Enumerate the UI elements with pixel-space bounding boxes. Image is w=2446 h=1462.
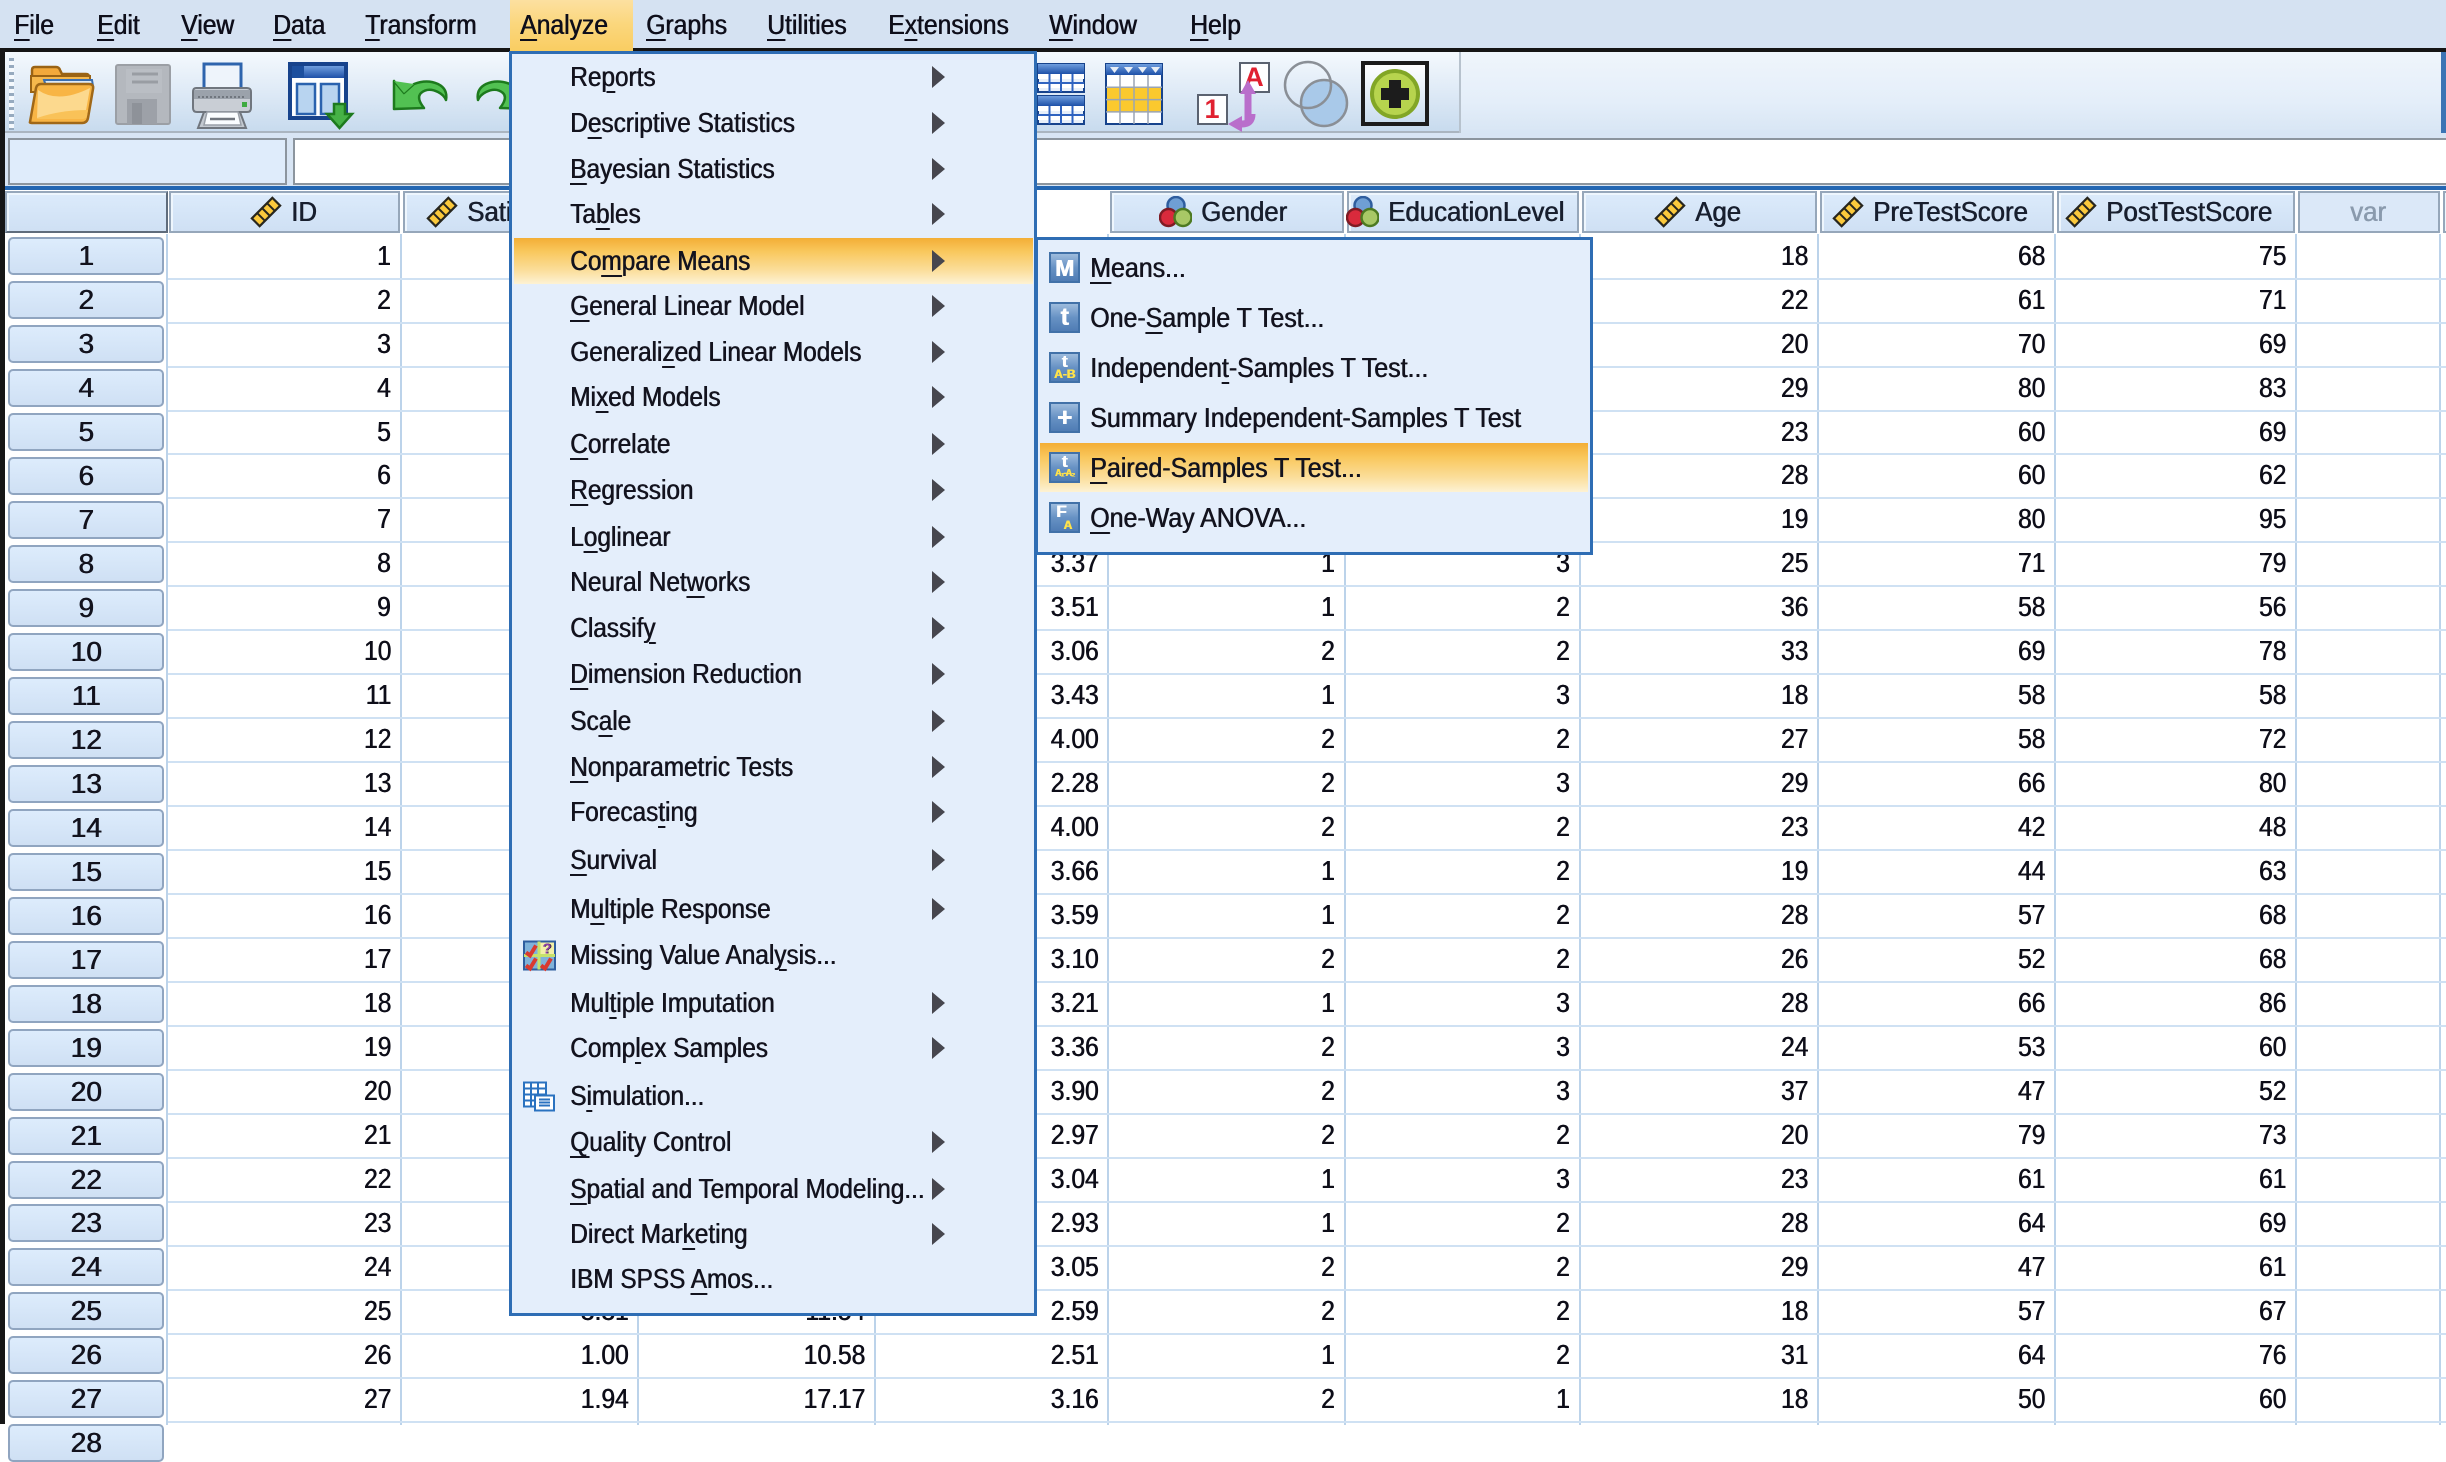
svg-text:1: 1 — [1204, 94, 1219, 124]
svg-text:?: ? — [542, 941, 551, 958]
